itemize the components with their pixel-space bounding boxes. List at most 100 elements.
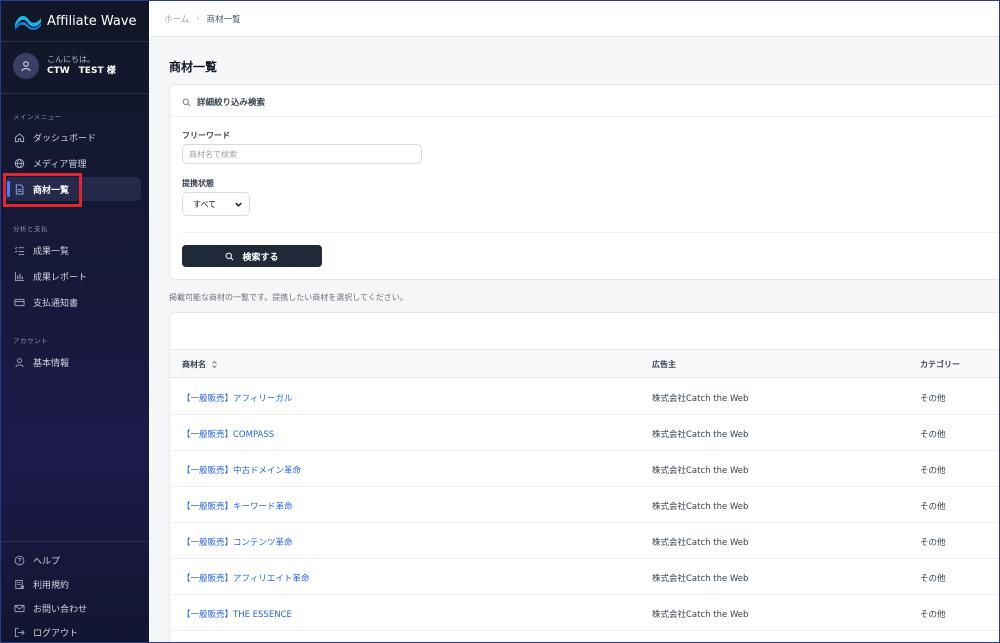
section-label-account: アカウント bbox=[13, 337, 48, 345]
sidebar-item-label: 基本情報 bbox=[33, 358, 70, 369]
advertiser-cell: 株式会社Catch the Web bbox=[652, 610, 749, 620]
sidebar-item-results[interactable]: 成果一覧 bbox=[5, 238, 141, 262]
scale-icon bbox=[15, 579, 25, 589]
chevron-down-icon bbox=[235, 202, 242, 207]
sidebar-item-label: 利用規約 bbox=[33, 580, 70, 591]
advertiser-cell: 株式会社Catch the Web bbox=[652, 538, 749, 548]
category-cell: その他 bbox=[920, 574, 946, 584]
bar-chart-icon bbox=[14, 271, 25, 281]
sidebar-item-label: 商材一覧 bbox=[33, 185, 70, 196]
table-row[interactable]: 【一般販売】アフィリーガル 株式会社Catch the Web その他 bbox=[170, 379, 999, 415]
user-greeting: こんにちは。 bbox=[47, 55, 95, 64]
sidebar-item-media[interactable]: メディア管理 bbox=[5, 151, 141, 175]
breadcrumb-home[interactable]: ホーム bbox=[164, 13, 189, 25]
advertiser-cell: 株式会社Catch the Web bbox=[652, 466, 749, 476]
search-panel: 詳細絞り込み検索 フリーワード 提携状態 すべて 検索する bbox=[169, 84, 999, 280]
search-icon bbox=[226, 252, 234, 260]
category-cell: その他 bbox=[920, 610, 946, 620]
sidebar: Affiliate Wave こんにちは。 CTW TEST 様 メインメニュー… bbox=[1, 1, 149, 642]
sidebar-item-logout[interactable]: ログアウト bbox=[5, 620, 141, 642]
product-name-link[interactable]: 【一般販売】キーワード革命 bbox=[182, 500, 293, 512]
sidebar-item-label: 支払通知書 bbox=[33, 298, 79, 309]
table-row[interactable]: 【一般販売】中古ドメイン革命 株式会社Catch the Web その他 bbox=[170, 451, 999, 487]
product-name-link[interactable]: 【一般販売】アフィリーガル bbox=[182, 392, 292, 404]
table-toolbar bbox=[170, 313, 999, 350]
sidebar-item-terms[interactable]: 利用規約 bbox=[5, 572, 141, 596]
sidebar-item-help[interactable]: ヘルプ bbox=[5, 548, 141, 572]
divider bbox=[1, 541, 149, 542]
table-row[interactable]: 【一般販売】COMPASS 株式会社Catch the Web その他 bbox=[170, 415, 999, 451]
sidebar-item-label: お問い合わせ bbox=[33, 604, 88, 615]
user-icon bbox=[15, 357, 24, 367]
product-name-link[interactable]: 【一般販売】アフィリエイト革命 bbox=[182, 572, 309, 584]
status-label: 提携状態 bbox=[182, 179, 214, 188]
breadcrumb-separator: › bbox=[196, 13, 200, 24]
sidebar-item-dashboard[interactable]: ダッシュボード bbox=[5, 125, 141, 149]
sidebar-item-products[interactable]: 商材一覧 bbox=[5, 177, 141, 201]
sidebar-item-basic-info[interactable]: 基本情報 bbox=[5, 350, 141, 374]
advertiser-cell: 株式会社Catch the Web bbox=[652, 430, 749, 440]
page-title: 商材一覧 bbox=[169, 60, 218, 74]
search-panel-header[interactable]: 詳細絞り込み検索 bbox=[182, 96, 265, 108]
sidebar-item-payment[interactable]: 支払通知書 bbox=[5, 290, 141, 314]
section-label-analysis: 分析と支払 bbox=[13, 225, 48, 233]
product-name-link[interactable]: 【一般販売】THE ESSENCE bbox=[182, 608, 292, 620]
brand-logo[interactable]: Affiliate Wave bbox=[13, 9, 137, 33]
search-icon bbox=[182, 98, 191, 106]
category-cell: その他 bbox=[920, 466, 946, 476]
home-icon bbox=[14, 132, 25, 142]
list-icon bbox=[14, 246, 25, 255]
globe-icon bbox=[14, 158, 25, 168]
sort-icon bbox=[212, 360, 217, 369]
advertiser-cell: 株式会社Catch the Web bbox=[652, 502, 749, 512]
search-button-label: 検索する bbox=[242, 252, 279, 263]
breadcrumb: ホーム › 商材一覧 bbox=[149, 1, 999, 37]
advertiser-cell: 株式会社Catch the Web bbox=[652, 574, 749, 584]
sidebar-item-contact[interactable]: お問い合わせ bbox=[5, 596, 141, 620]
search-button[interactable]: 検索する bbox=[182, 245, 322, 267]
freeword-input[interactable] bbox=[182, 144, 422, 164]
table-row[interactable]: 【一般販売】コンテンツ革命 株式会社Catch the Web その他 bbox=[170, 523, 999, 559]
product-name-link[interactable]: 【一般販売】COMPASS bbox=[182, 428, 274, 440]
section-label-main: メインメニュー bbox=[13, 113, 62, 121]
table-row[interactable]: 【一般販売】キーワード革命 株式会社Catch the Web その他 bbox=[170, 487, 999, 523]
category-cell: その他 bbox=[920, 502, 946, 512]
document-icon bbox=[15, 183, 24, 195]
column-header-name[interactable]: 商材名 bbox=[182, 359, 218, 370]
sidebar-item-report[interactable]: 成果レポート bbox=[5, 264, 141, 288]
page-description: 掲載可能な商材の一覧です。提携したい商材を選択してください。 bbox=[169, 293, 408, 302]
logout-icon bbox=[14, 627, 25, 637]
sidebar-item-label: 成果一覧 bbox=[33, 246, 70, 257]
avatar bbox=[13, 53, 39, 79]
table-row[interactable]: 【一般販売】THE ESSENCE 株式会社Catch the Web その他 bbox=[170, 595, 999, 631]
status-select-value: すべて bbox=[193, 199, 217, 209]
main-content: ホーム › 商材一覧 商材一覧 詳細絞り込み検索 フリーワード 提携状態 すべて… bbox=[149, 1, 999, 642]
table-row[interactable]: 【一般販売】アフィリエイト革命 株式会社Catch the Web その他 bbox=[170, 559, 999, 595]
active-indicator bbox=[7, 181, 10, 197]
product-name-link[interactable]: 【一般販売】中古ドメイン革命 bbox=[182, 464, 301, 476]
breadcrumb-current: 商材一覧 bbox=[206, 14, 241, 25]
product-table: 商材名 広告主 カテゴリー 【一般販売】アフィリーガル株式会社Catch the… bbox=[169, 312, 999, 642]
wave-logo-icon bbox=[15, 15, 41, 30]
search-panel-title: 詳細絞り込み検索 bbox=[197, 98, 266, 108]
help-icon bbox=[14, 555, 25, 565]
category-cell: その他 bbox=[920, 394, 946, 404]
sidebar-item-label: 成果レポート bbox=[33, 272, 88, 283]
advertiser-cell: 株式会社Catch the Web bbox=[652, 394, 749, 404]
divider bbox=[1, 41, 149, 42]
divider bbox=[182, 232, 999, 233]
product-name-link[interactable]: 【一般販売】コンテンツ革命 bbox=[182, 536, 293, 548]
column-header-category: カテゴリー bbox=[920, 360, 960, 369]
category-cell: その他 bbox=[920, 430, 946, 440]
app-window: Affiliate Wave こんにちは。 CTW TEST 様 メインメニュー… bbox=[0, 0, 1000, 643]
table-header: 商材名 広告主 カテゴリー bbox=[170, 350, 999, 378]
user-name: CTW TEST 様 bbox=[47, 66, 116, 76]
category-cell: その他 bbox=[920, 538, 946, 548]
sidebar-item-label: ログアウト bbox=[33, 628, 79, 639]
status-select[interactable]: すべて bbox=[182, 192, 250, 216]
credit-card-icon bbox=[14, 298, 25, 306]
divider bbox=[1, 93, 149, 94]
sidebar-item-label: ダッシュボード bbox=[33, 133, 97, 144]
column-header-advertiser: 広告主 bbox=[652, 360, 676, 369]
user-profile: こんにちは。 CTW TEST 様 bbox=[13, 53, 116, 79]
